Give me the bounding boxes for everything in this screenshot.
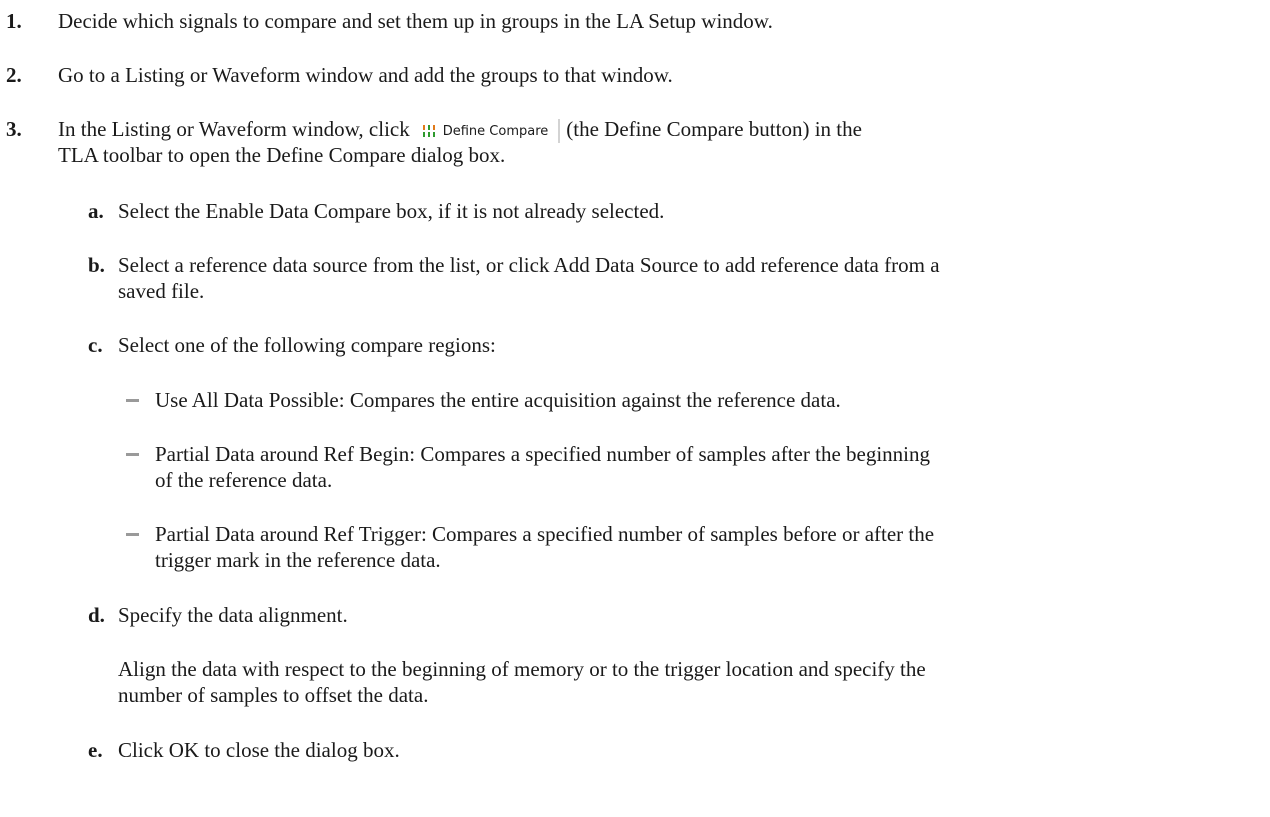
substep-text: Select one of the following compare regi… bbox=[118, 333, 496, 357]
step-number: 1. bbox=[6, 9, 22, 33]
region-text-line2: trigger mark in the reference data. bbox=[155, 548, 441, 572]
define-compare-button[interactable]: Define Compare bbox=[418, 119, 561, 143]
region-text: Use All Data Possible: Compares the enti… bbox=[155, 388, 841, 412]
region-text-line1: Partial Data around Ref Trigger: Compare… bbox=[155, 522, 935, 546]
step-number: 3. bbox=[6, 117, 22, 141]
step-text: Go to a Listing or Waveform window and a… bbox=[58, 63, 673, 87]
region-text-line1: Partial Data around Ref Begin: Compares … bbox=[155, 442, 931, 466]
step-number: 2. bbox=[6, 63, 22, 87]
substep-text: Click OK to close the dialog box. bbox=[118, 738, 400, 762]
bullet-dash bbox=[126, 399, 139, 402]
step-text-line2: TLA toolbar to open the Define Compare d… bbox=[58, 143, 506, 167]
step-text-after: (the Define Compare button) in the bbox=[566, 117, 862, 141]
substep-letter: d. bbox=[88, 603, 105, 627]
step-text: Decide which signals to compare and set … bbox=[58, 9, 773, 33]
substep-letter: c. bbox=[88, 333, 103, 357]
bullet-dash bbox=[126, 533, 139, 536]
note-line2: number of samples to offset the data. bbox=[118, 683, 429, 707]
substep-text: Specify the data alignment. bbox=[118, 603, 348, 627]
note-line1: Align the data with respect to the begin… bbox=[118, 657, 926, 681]
substep-text: Select the Enable Data Compare box, if i… bbox=[118, 199, 665, 223]
bullet-dash bbox=[126, 453, 139, 456]
define-compare-icon bbox=[422, 125, 435, 137]
substep-letter: a. bbox=[88, 199, 104, 223]
step-text-line1: In the Listing or Waveform window, click… bbox=[58, 116, 1250, 143]
step-text-before: In the Listing or Waveform window, click bbox=[58, 117, 410, 141]
substep-text-line2: saved file. bbox=[118, 279, 205, 303]
region-text-line2: of the reference data. bbox=[155, 468, 333, 492]
substep-text-line1: Select a reference data source from the … bbox=[118, 253, 940, 277]
substep-letter: e. bbox=[88, 738, 103, 762]
substep-letter: b. bbox=[88, 253, 105, 277]
define-compare-label: Define Compare bbox=[442, 123, 549, 139]
